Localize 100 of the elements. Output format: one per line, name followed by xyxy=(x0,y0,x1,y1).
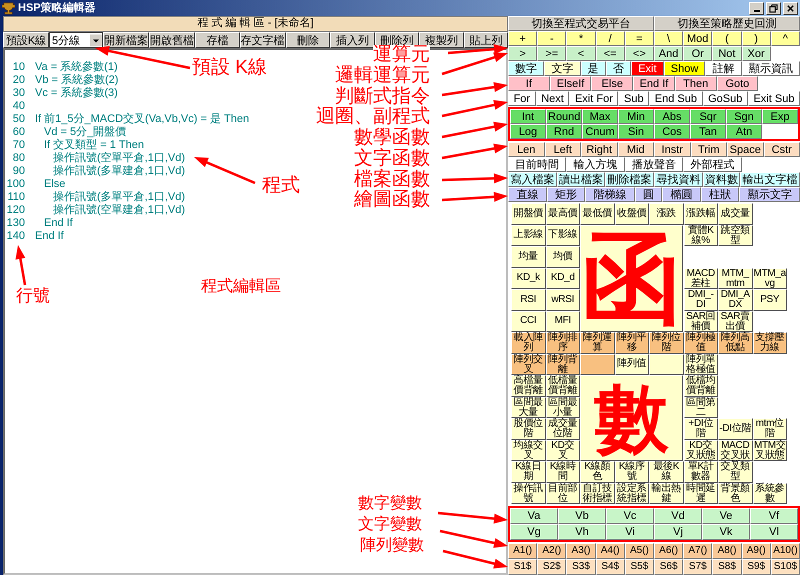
palette-button[interactable]: * xyxy=(566,31,596,46)
function-button[interactable]: 收盤價 xyxy=(614,203,649,224)
toolbar-button[interactable]: 開新檔案 xyxy=(103,32,149,48)
palette-button[interactable]: Cstr xyxy=(764,142,800,157)
palette-button[interactable]: >= xyxy=(537,46,566,61)
function-button[interactable]: KD_k xyxy=(511,268,546,289)
function-button[interactable]: 最高價 xyxy=(546,203,580,224)
palette-button[interactable]: 柱狀 xyxy=(700,187,740,202)
palette-button[interactable]: Or xyxy=(683,46,712,61)
function-button[interactable]: 陣列高低點 xyxy=(718,332,752,354)
function-button[interactable]: wRSI xyxy=(546,289,580,310)
string-variable-button[interactable]: S7$ xyxy=(683,559,712,575)
palette-button[interactable]: Show xyxy=(664,61,706,76)
toolbar-button[interactable]: 插入列 xyxy=(330,32,374,48)
palette-button[interactable]: And xyxy=(654,46,684,61)
palette-button[interactable]: 輸入方塊 xyxy=(566,157,625,172)
function-button[interactable]: SAR回補價 xyxy=(684,310,718,332)
palette-button[interactable]: 直線 xyxy=(508,187,547,202)
function-button[interactable]: KD_d xyxy=(546,268,580,289)
string-variable-button[interactable]: S4$ xyxy=(596,559,625,575)
function-button[interactable]: KD交叉 xyxy=(546,440,580,461)
palette-button[interactable]: 橢圓 xyxy=(662,187,701,202)
array-button[interactable]: A6() xyxy=(654,543,684,559)
palette-button[interactable]: Exit xyxy=(631,61,664,76)
string-variable-button[interactable]: S6$ xyxy=(654,559,684,575)
palette-button[interactable]: Tan xyxy=(690,124,726,139)
array-button[interactable]: A5() xyxy=(624,543,654,559)
variable-button[interactable]: Vj xyxy=(654,524,702,540)
function-button[interactable]: 開盤價 xyxy=(511,203,546,224)
function-button[interactable]: 區間第二 xyxy=(684,396,718,418)
palette-button[interactable]: Min xyxy=(618,109,654,124)
variable-button[interactable]: Va xyxy=(510,508,558,524)
palette-button[interactable]: + xyxy=(508,31,538,46)
palette-button[interactable]: 是 xyxy=(580,61,606,76)
function-button[interactable]: 跳空類型 xyxy=(718,224,752,246)
function-button[interactable]: 漲跌幅 xyxy=(684,203,718,224)
palette-button[interactable]: End If xyxy=(633,76,675,91)
restore-button[interactable] xyxy=(766,2,781,14)
function-button[interactable]: 區間最大量 xyxy=(511,396,546,418)
function-button[interactable]: 均量 xyxy=(511,246,546,268)
toolbar-button[interactable]: 開啟舊檔 xyxy=(149,32,195,48)
palette-button[interactable]: 圓 xyxy=(634,187,662,202)
palette-button[interactable]: ( xyxy=(712,31,742,46)
function-button[interactable]: 陣列單格極值 xyxy=(684,354,718,375)
palette-button[interactable]: Not xyxy=(712,46,742,61)
function-button[interactable]: 成交量 xyxy=(718,203,752,224)
function-button[interactable]: RSI xyxy=(511,289,546,310)
function-button[interactable]: MTM_avg xyxy=(752,268,787,289)
palette-button[interactable]: Abs xyxy=(654,109,690,124)
array-button[interactable]: A4() xyxy=(596,543,625,559)
function-button[interactable]: 均價 xyxy=(546,246,580,268)
function-button[interactable]: 低檔量價背離 xyxy=(546,375,580,396)
palette-button[interactable]: Sqr xyxy=(690,109,726,124)
function-button[interactable]: +DI位階 xyxy=(684,418,718,440)
palette-button[interactable]: <= xyxy=(596,46,625,61)
palette-button[interactable]: ) xyxy=(742,31,771,46)
variable-button[interactable]: Vd xyxy=(654,508,702,524)
toolbar-button[interactable]: 複製列 xyxy=(419,32,464,48)
variable-button[interactable]: Vg xyxy=(510,524,558,540)
palette-button[interactable]: 否 xyxy=(606,61,632,76)
palette-button[interactable]: 尋找資料 xyxy=(654,172,703,187)
function-button[interactable]: K線時間 xyxy=(546,461,580,482)
function-button[interactable]: 操作訊號 xyxy=(511,482,546,504)
function-button[interactable]: 漲跌 xyxy=(649,203,684,224)
palette-button[interactable]: 階梯線 xyxy=(585,187,635,202)
function-button[interactable]: -DI位階 xyxy=(718,418,752,440)
function-button[interactable] xyxy=(580,354,614,375)
function-button[interactable]: 背景顏色 xyxy=(718,482,752,504)
kline-select[interactable]: 5分線 xyxy=(49,32,103,48)
palette-button[interactable]: End Sub xyxy=(649,91,703,106)
function-button[interactable]: 目前部位 xyxy=(546,482,580,504)
palette-button[interactable]: Xor xyxy=(742,46,771,61)
palette-button[interactable]: Rnd xyxy=(546,124,582,139)
string-variable-button[interactable]: S8$ xyxy=(712,559,742,575)
palette-button[interactable]: 寫入檔案 xyxy=(508,172,557,187)
function-button[interactable]: 時間延遲 xyxy=(684,482,718,504)
default-kline-button[interactable]: 預設K線 xyxy=(3,32,49,48)
palette-button[interactable]: < xyxy=(566,46,596,61)
palette-button[interactable]: Instr xyxy=(654,142,690,157)
function-button[interactable]: 下影線 xyxy=(546,224,580,246)
array-button[interactable]: A8() xyxy=(712,543,742,559)
function-button[interactable]: 陣列極值 xyxy=(684,332,718,354)
palette-button[interactable]: GoSub xyxy=(702,91,748,106)
function-button[interactable]: K線顏色 xyxy=(580,461,614,482)
function-button[interactable]: 支撐壓力線 xyxy=(752,332,787,354)
function-button[interactable]: 最後K線 xyxy=(649,461,684,482)
function-button[interactable]: MTM_mtm xyxy=(718,268,752,289)
palette-button[interactable]: 數字 xyxy=(508,61,544,76)
string-variable-button[interactable]: S9$ xyxy=(742,559,771,575)
function-button[interactable]: PSY xyxy=(752,289,787,310)
variable-button[interactable]: Vi xyxy=(606,524,654,540)
function-button[interactable]: 輸出熱鍵 xyxy=(649,482,684,504)
palette-button[interactable]: Sin xyxy=(618,124,654,139)
variable-button[interactable]: Vl xyxy=(750,524,798,540)
variable-button[interactable]: Ve xyxy=(702,508,750,524)
toolbar-button[interactable]: 刪除 xyxy=(286,32,330,48)
function-button[interactable]: 設定系統指標 xyxy=(614,482,649,504)
palette-button[interactable]: Cos xyxy=(654,124,690,139)
palette-button[interactable]: 矩形 xyxy=(546,187,586,202)
palette-button[interactable]: 讀出檔案 xyxy=(556,172,606,187)
